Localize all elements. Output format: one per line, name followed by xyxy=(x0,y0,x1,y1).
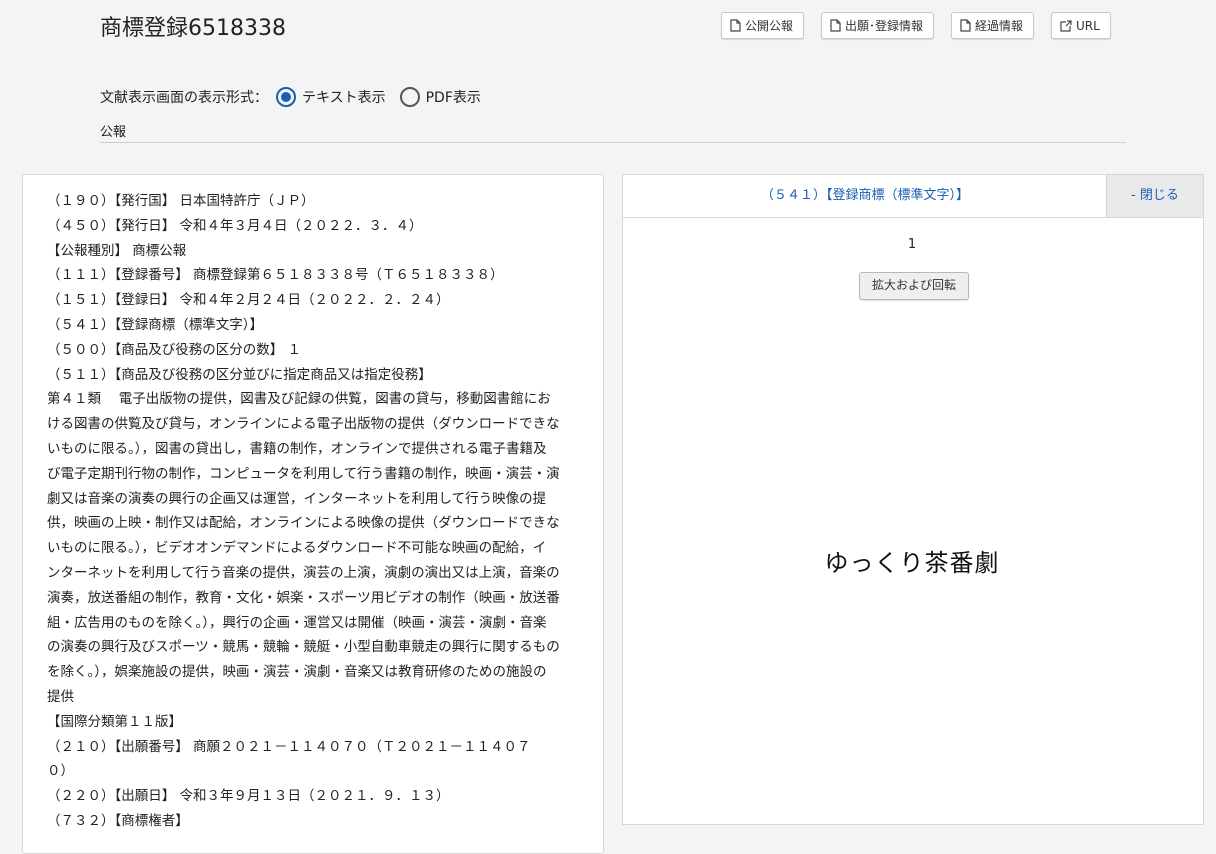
document-line: 演奏，放送番組の制作，教育・文化・娯楽・スポーツ用ビデオの制作（映画・放送番 xyxy=(47,589,560,606)
publication-gazette-button[interactable]: 公開公報 xyxy=(721,12,805,39)
page-title: 商標登録6518338 xyxy=(100,16,286,41)
pdf-display-label[interactable]: PDF表示 xyxy=(426,87,481,107)
url-label: URL xyxy=(1076,18,1100,33)
application-registration-info-label: 出願･登録情報 xyxy=(845,19,924,33)
document-line: の演奏の興行及びスポーツ・競馬・競輪・競艇・小型自動車競走の興行に関するもの xyxy=(47,639,560,656)
document-icon xyxy=(730,19,741,32)
document-line: （２１０）【出願番号】 商願２０２１－１１４０７０（Ｔ２０２１－１１４０７ xyxy=(47,738,531,755)
close-button[interactable]: - 閉じる xyxy=(1106,175,1203,217)
document-line: （１９０）【発行国】 日本国特許庁（ＪＰ） xyxy=(47,193,315,209)
display-format-label: 文献表示画面の表示形式： xyxy=(100,90,268,106)
document-line: 組・広告用のものを除く。），興行の企画・運営又は開催（映画・演芸・演劇・音楽 xyxy=(47,614,547,631)
document-line: （１５１）【登録日】 令和４年２月２４日（２０２２．２．２４） xyxy=(47,292,450,309)
document-line: ンターネットを利用して行う音楽の提供，演芸の上演，演劇の演出又は上演，音楽の xyxy=(47,564,560,581)
document-line: 【公報種別】 商標公報 xyxy=(47,242,187,259)
gazette-section-label: 公報 xyxy=(100,125,127,140)
document-line: 提供 xyxy=(47,688,74,705)
application-registration-info-button[interactable]: 出願･登録情報 xyxy=(821,12,935,39)
pdf-display-radio[interactable] xyxy=(399,87,420,107)
document-line: （５００）【商品及び役務の区分の数】 １ xyxy=(47,341,302,358)
page-number: 1 xyxy=(907,237,917,252)
document-line: 第４１類 電子出版物の提供，図書及び記録の供覧，図書の貸与，移動図書館にお xyxy=(47,391,551,408)
progress-info-label: 経過情報 xyxy=(975,19,1024,33)
zoom-rotate-button[interactable]: 拡大および回転 xyxy=(859,272,969,300)
document-line: （１１１）【登録番号】 商標登録第６５１８３３８号（Ｔ６５１８３３８） xyxy=(47,267,504,284)
document-line: いものに限る。），ビデオオンデマンドによるダウンロード不可能な映画の配給，イ xyxy=(47,540,547,557)
viewer-header: （５４１）【登録商標（標準文字）】 - 閉じる xyxy=(623,175,1203,218)
document-line: 供，映画の上映・制作又は配給，オンラインによる映像の提供（ダウンロードできな xyxy=(47,515,560,532)
publication-gazette-label: 公開公報 xyxy=(745,19,794,33)
document-line: （５１１）【商品及び役務の区分並びに指定商品又は指定役務】 xyxy=(47,366,432,383)
document-line: ける図書の供覧及び貸与，オンラインによる電子出版物の提供（ダウンロードできな xyxy=(47,416,560,433)
document-line: （２２０）【出願日】 令和３年９月１３日（２０２１．９．１３） xyxy=(47,788,450,805)
document-line: ０） xyxy=(47,763,74,780)
external-link-icon xyxy=(1060,19,1072,32)
document-line: （７３２）【商標権者】 xyxy=(47,812,189,829)
viewer-title: （５４１）【登録商標（標準文字）】 xyxy=(760,188,969,203)
text-display-label[interactable]: テキスト表示 xyxy=(302,87,386,107)
document-line: び電子定期刊行物の制作，コンピュータを利用して行う書籍の制作，映画・演芸・演 xyxy=(47,465,560,482)
document-line: （５４１）【登録商標（標準文字）】 xyxy=(47,316,263,333)
display-format-selector: 文献表示画面の表示形式： テキスト表示 PDF表示 xyxy=(100,86,487,108)
trademark-image-text: ゆっくり茶番劇 xyxy=(824,549,1000,577)
document-line: 【国際分類第１１版】 xyxy=(47,713,182,730)
text-display-radio[interactable] xyxy=(276,87,296,107)
divider xyxy=(100,142,1126,143)
document-line: 劇又は音楽の演奏の興行の企画又は運営，インターネットを利用して行う映像の提 xyxy=(47,490,547,507)
trademark-viewer-panel: （５４１）【登録商標（標準文字）】 - 閉じる 1 拡大および回転 ゆっくり茶番… xyxy=(622,174,1204,825)
progress-info-button[interactable]: 経過情報 xyxy=(951,12,1035,39)
document-icon xyxy=(960,19,971,32)
document-line: （４５０）【発行日】 令和４年３月４日（２０２２．３．４） xyxy=(47,217,423,234)
document-text-panel: （１９０）【発行国】 日本国特許庁（ＪＰ） （４５０）【発行日】 令和４年３月４… xyxy=(22,174,604,854)
document-line: を除く。），娯楽施設の提供，映画・演芸・演劇・音楽又は教育研修のための施設の xyxy=(47,664,547,681)
url-button[interactable]: URL xyxy=(1051,12,1111,39)
document-icon xyxy=(830,19,841,32)
document-line: いものに限る。），図書の貸出し，書籍の制作，オンラインで提供される電子書籍及 xyxy=(47,440,547,457)
